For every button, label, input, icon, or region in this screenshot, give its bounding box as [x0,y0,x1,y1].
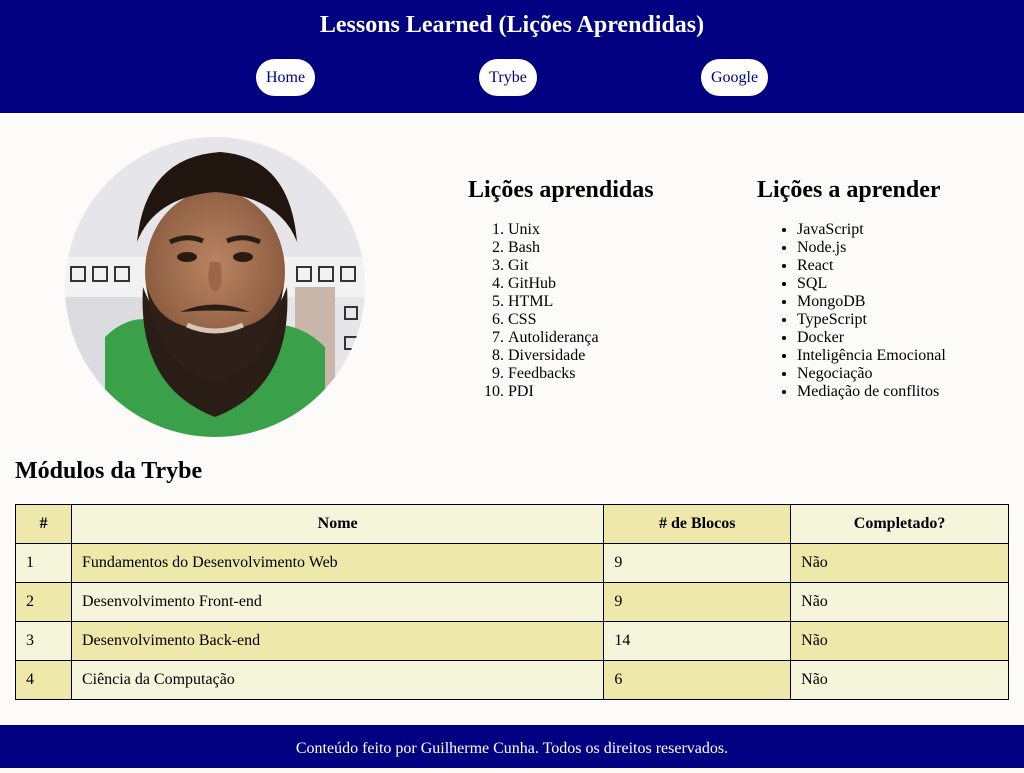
column-header-number: # [15,504,72,544]
lessons-learned-heading: Lições aprendidas [468,177,654,203]
lessons-learned-list: Unix Bash Git GitHub HTML CSS Autolidera… [508,221,599,401]
list-item: Feedbacks [508,365,599,383]
cell-name: Desenvolvimento Back-end [70,621,605,661]
cell-blocks: 9 [603,543,792,583]
list-item: Docker [797,329,946,347]
cell-number: 1 [15,543,72,583]
lessons-to-learn-heading: Lições a aprender [757,177,941,203]
column-header-completed: Completado? [790,504,1009,544]
list-item: React [797,257,946,275]
list-item: GitHub [508,275,599,293]
cell-number: 3 [15,621,72,661]
table-row: 2 Desenvolvimento Front-end 9 Não [15,582,1009,622]
nav-link-google[interactable]: Google [701,59,768,96]
table-row: 3 Desenvolvimento Back-end 14 Não [15,621,1009,661]
list-item: HTML [508,293,599,311]
list-item: PDI [508,383,599,401]
list-item: MongoDB [797,293,946,311]
cell-number: 4 [15,660,72,700]
nav-link-trybe[interactable]: Trybe [479,59,537,96]
column-header-blocks: # de Blocos [603,504,792,544]
list-item: Git [508,257,599,275]
cell-blocks: 9 [603,582,792,622]
profile-photo [65,137,365,437]
list-item: Unix [508,221,599,239]
list-item: TypeScript [797,311,946,329]
list-item: JavaScript [797,221,946,239]
site-footer: Conteúdo feito por Guilherme Cunha. Todo… [0,725,1024,768]
table-row: 1 Fundamentos do Desenvolvimento Web 9 N… [15,543,1009,583]
cell-number: 2 [15,582,72,622]
modules-title: Módulos da Trybe [15,458,203,484]
site-title: Lessons Learned (Lições Aprendidas) [319,12,705,38]
table-row: 4 Ciência da Computação 6 Não [15,660,1009,700]
list-item: Autoliderança [508,329,599,347]
list-item: Bash [508,239,599,257]
table-header-row: # Nome # de Blocos Completado? [15,504,1009,544]
list-item: CSS [508,311,599,329]
site-header: Lessons Learned (Lições Aprendidas) Home… [0,0,1024,113]
list-item: Node.js [797,239,946,257]
list-item: Mediação de conflitos [797,383,946,401]
list-item: Inteligência Emocional [797,347,946,365]
cell-blocks: 6 [603,660,792,700]
cell-completed: Não [790,543,1009,583]
cell-name: Desenvolvimento Front-end [70,582,605,622]
cell-blocks: 14 [603,621,792,661]
cell-name: Ciência da Computação [70,660,605,700]
column-header-name: Nome [70,504,605,544]
list-item: SQL [797,275,946,293]
cell-completed: Não [790,621,1009,661]
list-item: Negociação [797,365,946,383]
footer-text: Conteúdo feito por Guilherme Cunha. Todo… [295,740,729,757]
nav-link-home[interactable]: Home [256,59,315,96]
list-item: Diversidade [508,347,599,365]
lessons-to-learn-list: JavaScript Node.js React SQL MongoDB Typ… [797,221,946,401]
cell-name: Fundamentos do Desenvolvimento Web [70,543,605,583]
modules-table: # Nome # de Blocos Completado? 1 Fundame… [15,504,1009,700]
cell-completed: Não [790,582,1009,622]
cell-completed: Não [790,660,1009,700]
